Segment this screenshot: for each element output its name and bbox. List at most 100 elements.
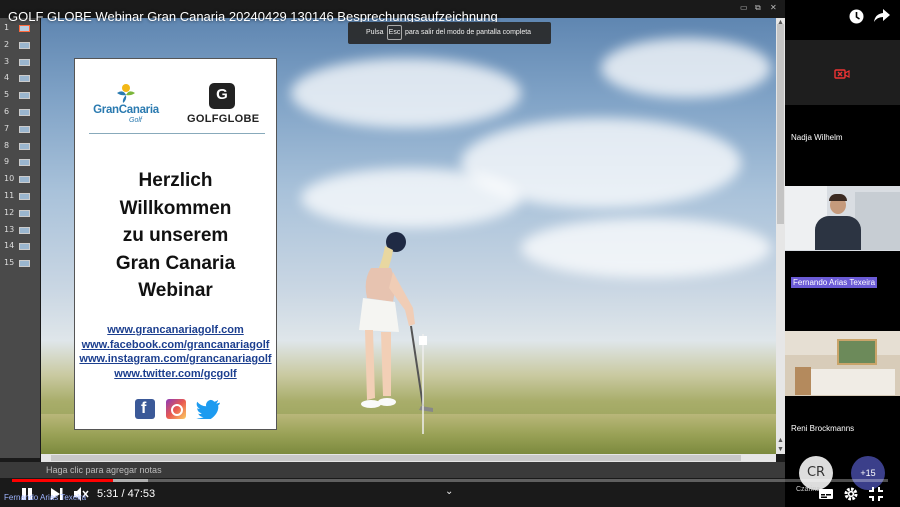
slide-number: 14: [4, 241, 15, 251]
slide-thumbnail[interactable]: 7: [0, 123, 40, 137]
slide-thumbnail[interactable]: 2: [0, 39, 40, 53]
golfer-image: [359, 232, 433, 412]
screen-share: 1 2 3 4 5 6 7 8 9 10 11 12 13 14 15 Gran…: [0, 0, 785, 507]
slide-thumb-image: [19, 209, 30, 217]
slide-thumbnail[interactable]: 4: [0, 72, 40, 86]
progress-bar[interactable]: [12, 479, 888, 482]
slide-thumbnail[interactable]: 12: [0, 207, 40, 221]
flag-pin-image: [419, 334, 427, 434]
welcome-line: Willkommen: [119, 197, 232, 219]
slide-thumbnail[interactable]: 9: [0, 156, 40, 170]
facebook-link[interactable]: www.facebook.com/grancanariagolf: [75, 338, 276, 353]
participant-name: Reni Brockmanns: [791, 424, 855, 433]
slide-number: 7: [4, 123, 10, 133]
slide-number: 13: [4, 224, 15, 234]
slide-thumb-image: [19, 75, 30, 83]
slide-thumbnail[interactable]: 14: [0, 240, 40, 254]
participant-name-highlighted: Fernando Arias Texeira: [791, 277, 878, 288]
slide-thumb-image: [19, 109, 30, 116]
avatar-name: Czarina: [796, 486, 821, 493]
slide-number: 11: [4, 191, 15, 200]
scroll-down-icon[interactable]: ▼: [776, 445, 785, 454]
instagram-icon[interactable]: [166, 399, 186, 419]
time-display: 5:31 / 47:53: [97, 488, 155, 500]
slide-thumb-image: [19, 226, 30, 234]
more-participants-badge[interactable]: +15: [851, 456, 885, 490]
fullscreen-notice-suffix: para salir del modo de pantalla completa: [405, 29, 532, 36]
slide-number: 5: [4, 90, 10, 100]
slide-thumb-image: [19, 125, 30, 133]
notes-placeholder[interactable]: Haga clic para agregar notas: [46, 465, 162, 475]
slide-number: 1: [4, 23, 10, 32]
close-icon[interactable]: ✕: [770, 3, 777, 12]
slide-thumbnail[interactable]: 3: [0, 56, 40, 70]
slide-vertical-scrollbar[interactable]: ▲ ▲ ▼: [776, 18, 785, 454]
scrollbar-thumb[interactable]: [51, 455, 741, 461]
slide-thumbnail[interactable]: 11: [0, 190, 40, 204]
slide-thumbnail[interactable]: 6: [0, 106, 40, 120]
time-separator: /: [121, 488, 125, 500]
scroll-up-small-icon[interactable]: ▲: [776, 436, 785, 445]
subtitles-icon[interactable]: [818, 486, 834, 502]
slide-thumb-image: [19, 159, 30, 167]
instagram-link[interactable]: www.instagram.com/grancanariagolf: [75, 352, 276, 367]
golf-globe-logo-text: GOLFGLOBE: [187, 113, 260, 125]
participant-video: [785, 186, 900, 251]
welcome-line: Webinar: [138, 280, 213, 301]
current-time: 5:31: [97, 488, 119, 500]
welcome-heading: Herzlich Willkommen zu unserem Gran Cana…: [75, 167, 276, 305]
slide-thumbnail-rail: 1 2 3 4 5 6 7 8 9 10 11 12 13 14 15: [0, 18, 40, 458]
slide-number: 2: [4, 39, 10, 49]
slide-thumb-image: [19, 243, 30, 251]
participant-name: Nadja Wilhelm: [791, 133, 843, 142]
participant-video-tile[interactable]: [785, 331, 900, 396]
facebook-icon[interactable]: f: [135, 399, 155, 419]
slide-thumbnail[interactable]: 1: [0, 22, 40, 36]
settings-gear-icon[interactable]: [843, 486, 859, 502]
website-link[interactable]: www.grancanariagolf.com: [75, 323, 276, 338]
divider: [89, 133, 265, 134]
slide-thumbnail[interactable]: 10: [0, 173, 40, 187]
participant-tile[interactable]: [785, 40, 900, 105]
participants-panel: Nadja Wilhelm Fernando Arias Texeira Ren…: [785, 0, 900, 507]
exit-fullscreen-icon[interactable]: [868, 486, 884, 502]
slide-number: 9: [4, 157, 10, 167]
watch-later-icon[interactable]: [849, 9, 864, 24]
slide-thumbnail[interactable]: 8: [0, 140, 40, 154]
gran-canaria-mark-icon: [117, 84, 135, 103]
slide-thumb-image: [19, 25, 30, 32]
slide-thumb-image: [19, 176, 30, 184]
slide-number: 3: [4, 56, 10, 66]
window-controls: ▭ ⧉ ✕: [740, 3, 780, 15]
golf-globe-logo: G GOLFGLOBE: [187, 81, 260, 131]
slide-thumbnail[interactable]: 15: [0, 257, 40, 271]
logo-row: GranCanaria Golf G GOLFGLOBE: [75, 79, 276, 129]
gran-canaria-golf-logo: GranCanaria Golf: [85, 79, 167, 129]
slide-thumb-image: [19, 41, 30, 49]
participant-video-tile[interactable]: [785, 186, 900, 251]
camera-off-icon: [834, 69, 850, 79]
slide-number: 12: [4, 207, 15, 217]
link-list: www.grancanariagolf.com www.facebook.com…: [75, 323, 276, 381]
share-icon[interactable]: [874, 9, 890, 23]
participant-video: [785, 331, 900, 396]
slide-thumbnail[interactable]: 13: [0, 224, 40, 238]
fullscreen-notice-prefix: Pulsa: [366, 29, 384, 36]
slide-thumb-image: [19, 260, 30, 268]
avatar[interactable]: CR: [799, 456, 833, 490]
chevron-down-icon[interactable]: ⌄: [445, 486, 453, 497]
scrollbar-thumb[interactable]: [777, 24, 784, 224]
slide-info-panel: GranCanaria Golf G GOLFGLOBE Herzlich Wi…: [74, 58, 277, 430]
notes-bar[interactable]: Haga clic para agregar notas: [0, 462, 785, 478]
slide-horizontal-scrollbar[interactable]: [41, 454, 776, 462]
twitter-link[interactable]: www.twitter.com/gcgolf: [75, 367, 276, 382]
twitter-icon[interactable]: [195, 399, 223, 419]
duration: 47:53: [127, 488, 156, 500]
restore-icon[interactable]: ⧉: [755, 3, 761, 13]
esc-key: Esc: [387, 25, 402, 40]
top-right-actions: [785, 0, 900, 36]
slide-thumbnail[interactable]: 5: [0, 89, 40, 103]
slide-number: 15: [4, 258, 15, 268]
slide-number: 6: [4, 107, 10, 116]
minimize-icon[interactable]: ▭: [740, 3, 748, 12]
